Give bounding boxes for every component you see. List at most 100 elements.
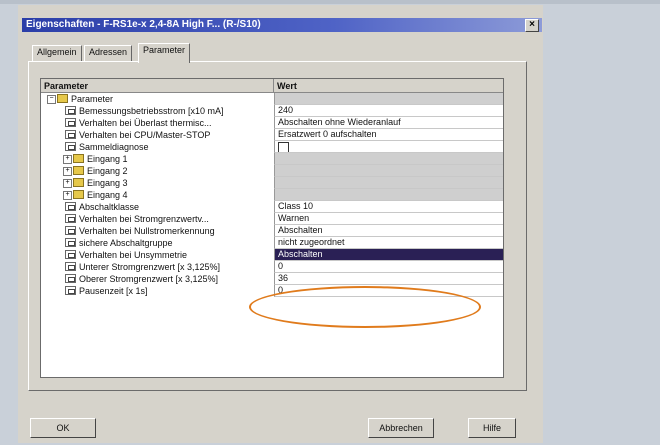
table-row[interactable]: Verhalten bei CPU/Master-STOP Ersatzwert … bbox=[41, 129, 503, 141]
parameter-icon bbox=[65, 250, 76, 259]
parameter-cell[interactable]: + Eingang 3 bbox=[41, 177, 274, 189]
value-text: Abschalten ohne Wiederanlauf bbox=[278, 117, 401, 127]
cancel-button[interactable]: Abbrechen bbox=[368, 418, 434, 438]
top-edge bbox=[0, 0, 660, 4]
expand-icon[interactable]: + bbox=[63, 155, 72, 164]
parameter-label: Pausenzeit [x 1s] bbox=[79, 286, 148, 296]
parameter-cell[interactable]: + Eingang 2 bbox=[41, 165, 274, 177]
parameter-icon bbox=[65, 286, 76, 295]
table-row[interactable]: + Eingang 4 bbox=[41, 189, 503, 201]
window-title: Eigenschaften - F-RS1e-x 2,4-8A High F..… bbox=[26, 19, 261, 30]
parameter-cell[interactable]: Verhalten bei CPU/Master-STOP bbox=[41, 129, 274, 141]
folder-icon bbox=[57, 94, 68, 103]
expand-icon[interactable]: + bbox=[63, 179, 72, 188]
parameter-icon bbox=[65, 214, 76, 223]
table-row[interactable]: Sammeldiagnose bbox=[41, 141, 503, 153]
parameter-cell[interactable]: − Parameter bbox=[41, 93, 274, 105]
table-row[interactable]: Verhalten bei Überlast thermisc... Abscha… bbox=[41, 117, 503, 129]
value-cell[interactable] bbox=[274, 153, 503, 165]
tab-parameters[interactable]: Parameter bbox=[138, 43, 191, 63]
value-cell[interactable] bbox=[274, 93, 503, 105]
parameter-label: Verhalten bei CPU/Master-STOP bbox=[79, 130, 211, 140]
parameter-cell[interactable]: Unterer Stromgrenzwert [x 3,125%] bbox=[41, 261, 274, 273]
parameter-label: Verhalten bei Überlast thermisc... bbox=[79, 118, 212, 128]
parameter-label: Eingang 3 bbox=[87, 178, 128, 188]
value-cell[interactable]: Abschalten bbox=[274, 249, 503, 261]
value-text: Warnen bbox=[278, 213, 310, 223]
table-row[interactable]: + Eingang 2 bbox=[41, 165, 503, 177]
value-cell[interactable] bbox=[274, 189, 503, 201]
table-row[interactable]: + Eingang 1 bbox=[41, 153, 503, 165]
value-cell[interactable] bbox=[274, 141, 503, 153]
tab-general[interactable]: Allgemein bbox=[32, 45, 82, 62]
parameter-icon bbox=[65, 262, 76, 271]
parameter-cell[interactable]: Verhalten bei Nullstromerkennung bbox=[41, 225, 274, 237]
parameter-label: Verhalten bei Nullstromerkennung bbox=[79, 226, 215, 236]
table-row[interactable]: − Parameter bbox=[41, 93, 503, 105]
value-cell[interactable] bbox=[274, 165, 503, 177]
table-row[interactable]: Unterer Stromgrenzwert [x 3,125%] 0 bbox=[41, 261, 503, 273]
parameter-label: Parameter bbox=[71, 94, 114, 104]
value-cell[interactable]: Class 10 bbox=[274, 201, 503, 213]
parameter-cell[interactable]: Bemessungsbetriebsstrom [x10 mA] bbox=[41, 105, 274, 117]
parameter-icon bbox=[65, 142, 76, 151]
ok-button[interactable]: OK bbox=[30, 418, 96, 438]
parameter-label: Abschaltklasse bbox=[79, 202, 140, 212]
value-cell[interactable]: Abschalten bbox=[274, 225, 503, 237]
help-button[interactable]: Hilfe bbox=[468, 418, 516, 438]
parameter-cell[interactable]: Verhalten bei Überlast thermisc... bbox=[41, 117, 274, 129]
parameter-cell[interactable]: Sammeldiagnose bbox=[41, 141, 274, 153]
value-cell[interactable]: nicht zugeordnet bbox=[274, 237, 503, 249]
table-row[interactable]: Verhalten bei Stromgrenzwertv... Warnen bbox=[41, 213, 503, 225]
value-cell[interactable]: 36 bbox=[274, 273, 503, 285]
parameter-label: Unterer Stromgrenzwert [x 3,125%] bbox=[79, 262, 221, 272]
value-text: Class 10 bbox=[278, 201, 314, 211]
parameter-icon bbox=[65, 274, 76, 283]
table-row[interactable]: Verhalten bei Nullstromerkennung Abschalt… bbox=[41, 225, 503, 237]
value-text: 0 bbox=[278, 261, 284, 271]
table-row[interactable]: Bemessungsbetriebsstrom [x10 mA] 240 bbox=[41, 105, 503, 117]
value-cell[interactable] bbox=[274, 177, 503, 189]
title-bar: Eigenschaften - F-RS1e-x 2,4-8A High F..… bbox=[22, 18, 542, 32]
collapse-icon[interactable]: − bbox=[47, 95, 56, 104]
parameter-cell[interactable]: + Eingang 1 bbox=[41, 153, 274, 165]
parameter-icon bbox=[65, 202, 76, 211]
expand-icon[interactable]: + bbox=[63, 191, 72, 200]
parameter-cell[interactable]: Verhalten bei Stromgrenzwertv... bbox=[41, 213, 274, 225]
table-row[interactable]: Abschaltklasse Class 10 bbox=[41, 201, 503, 213]
parameter-icon bbox=[65, 106, 76, 115]
parameter-label: Eingang 4 bbox=[87, 190, 128, 200]
value-cell[interactable]: 240 bbox=[274, 105, 503, 117]
expand-icon[interactable]: + bbox=[63, 167, 72, 176]
parameter-icon bbox=[65, 226, 76, 235]
parameter-cell[interactable]: Pausenzeit [x 1s] bbox=[41, 285, 274, 297]
checkbox[interactable] bbox=[278, 142, 289, 152]
value-cell[interactable]: Ersatzwert 0 aufschalten bbox=[274, 129, 503, 141]
parameter-cell[interactable]: sichere Abschaltgruppe bbox=[41, 237, 274, 249]
parameter-cell[interactable]: Abschaltklasse bbox=[41, 201, 274, 213]
parameter-cell[interactable]: + Eingang 4 bbox=[41, 189, 274, 201]
tab-addresses[interactable]: Adressen bbox=[84, 45, 133, 62]
table-row[interactable]: sichere Abschaltgruppe nicht zugeordnet bbox=[41, 237, 503, 249]
folder-icon bbox=[73, 190, 84, 199]
parameter-cell[interactable]: Verhalten bei Unsymmetrie bbox=[41, 249, 274, 261]
parameter-grid: Parameter Wert − Parameter Bemessungsbetri… bbox=[40, 78, 504, 378]
table-row[interactable]: + Eingang 3 bbox=[41, 177, 503, 189]
value-text: Abschalten bbox=[278, 225, 323, 235]
column-header-value[interactable]: Wert bbox=[274, 79, 503, 93]
parameter-label: Bemessungsbetriebsstrom [x10 mA] bbox=[79, 106, 224, 116]
parameter-cell[interactable]: Oberer Stromgrenzwert [x 3,125%] bbox=[41, 273, 274, 285]
value-cell[interactable]: Warnen bbox=[274, 213, 503, 225]
parameter-label: Verhalten bei Unsymmetrie bbox=[79, 250, 188, 260]
column-header-parameter[interactable]: Parameter bbox=[41, 79, 274, 93]
highlight-ellipse bbox=[249, 286, 481, 328]
parameter-label: Verhalten bei Stromgrenzwertv... bbox=[79, 214, 209, 224]
table-row[interactable]: Oberer Stromgrenzwert [x 3,125%] 36 bbox=[41, 273, 503, 285]
value-cell[interactable]: Abschalten ohne Wiederanlauf bbox=[274, 117, 503, 129]
value-cell[interactable]: 0 bbox=[274, 261, 503, 273]
close-icon[interactable]: × bbox=[525, 19, 539, 32]
parameter-label: sichere Abschaltgruppe bbox=[79, 238, 173, 248]
table-row[interactable]: Verhalten bei Unsymmetrie Abschalten bbox=[41, 249, 503, 261]
value-text: Abschalten bbox=[278, 249, 323, 259]
value-text: nicht zugeordnet bbox=[278, 237, 345, 247]
